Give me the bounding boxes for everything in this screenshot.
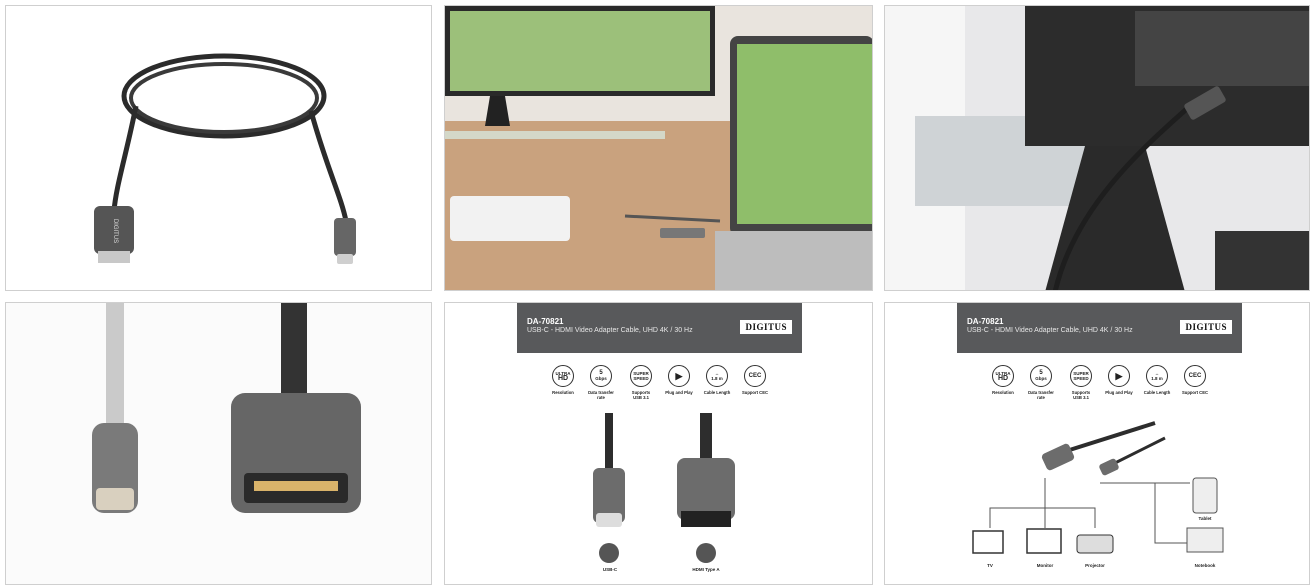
feature-cec: CEC Support CEC xyxy=(741,365,769,395)
feature-usb: SUPER SPEED Supports USB 3.1 xyxy=(627,365,655,400)
feature-usb: SUPER SPEED Supports USB 3.1 xyxy=(1067,365,1095,400)
feature-plug-play: ▶ Plug and Play xyxy=(1105,365,1133,395)
product-image-laptop-setup[interactable] xyxy=(444,5,873,291)
hdmi-label: HDMI Type A xyxy=(692,567,720,572)
superspeed-icon: SUPER SPEED xyxy=(1070,365,1092,387)
play-icon: ▶ xyxy=(1108,365,1130,387)
product-infographic-devices[interactable]: DA-70821 USB-C - HDMI Video Adapter Cabl… xyxy=(884,302,1310,585)
length-icon: ↔ 1.8 m xyxy=(706,365,728,387)
feature-cec: CEC Support CEC xyxy=(1181,365,1209,395)
length-icon: ↔ 1.8 m xyxy=(1146,365,1168,387)
tv-label: TV xyxy=(987,563,993,568)
feature-plug-play: ▶ Plug and Play xyxy=(665,365,693,395)
play-icon: ▶ xyxy=(668,365,690,387)
product-image-cable[interactable]: DIGITUS xyxy=(5,5,432,291)
speed-icon: 5 Gbps xyxy=(590,365,612,387)
feature-length: ↔ 1.8 m Cable Length xyxy=(703,365,731,395)
superspeed-icon: SUPER SPEED xyxy=(630,365,652,387)
product-image-connector-closeup[interactable] xyxy=(5,302,432,585)
ultra-hd-icon: ULTRA HD xyxy=(552,365,574,387)
feature-data-rate: 5 Gbps Data transfer rate xyxy=(587,365,615,400)
feature-resolution: ULTRA HD Resolution xyxy=(989,365,1017,395)
cec-icon: CEC xyxy=(1184,365,1206,387)
feature-resolution: ULTRA HD Resolution xyxy=(549,365,577,395)
cec-icon: CEC xyxy=(744,365,766,387)
product-infographic-connectors[interactable]: DA-70821 USB-C - HDMI Video Adapter Cabl… xyxy=(444,302,873,585)
brand-logo: DIGITUS xyxy=(740,320,792,334)
feature-length: ↔ 1.8 m Cable Length xyxy=(1143,365,1171,395)
tablet-label: Tablet xyxy=(1198,516,1212,521)
feature-data-rate: 5 Gbps Data transfer rate xyxy=(1027,365,1055,400)
notebook-label: Notebook xyxy=(1194,563,1216,568)
product-image-monitor-connection[interactable] xyxy=(884,5,1310,291)
projector-label: Projector xyxy=(1085,563,1105,568)
speed-icon: 5 Gbps xyxy=(1030,365,1052,387)
ultra-hd-icon: ULTRA HD xyxy=(992,365,1014,387)
info-banner: DA-70821 USB-C - HDMI Video Adapter Cabl… xyxy=(517,303,802,353)
monitor-label: Monitor xyxy=(1036,563,1054,568)
usbc-label: USB-C xyxy=(602,567,618,572)
svg-text:DIGITUS: DIGITUS xyxy=(112,219,118,243)
product-code: DA-70821 xyxy=(527,317,564,326)
product-description: USB-C - HDMI Video Adapter Cable, UHD 4K… xyxy=(527,327,693,334)
info-banner: DA-70821 USB-C - HDMI Video Adapter Cabl… xyxy=(957,303,1242,353)
